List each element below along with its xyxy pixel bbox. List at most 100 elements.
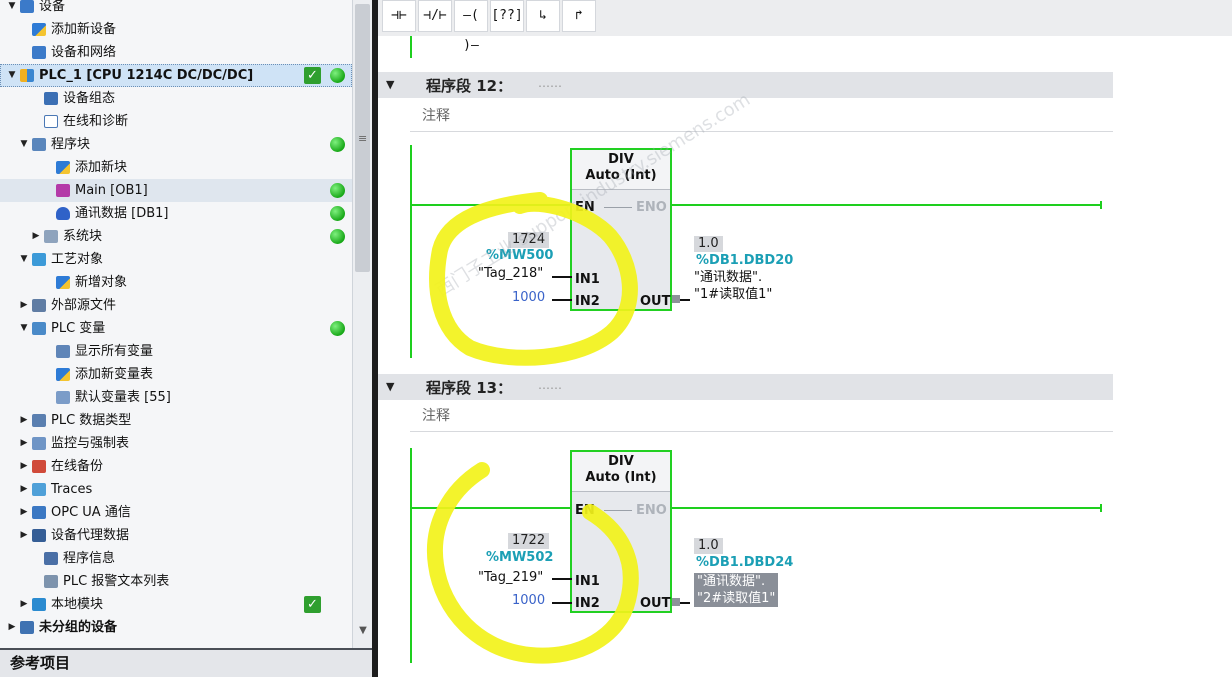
- in2-constant[interactable]: 1000: [512, 290, 545, 305]
- in1-address[interactable]: %MW502: [486, 550, 553, 565]
- device-config-icon: [44, 92, 58, 105]
- network-12-header[interactable]: ▼ 程序段 12： ……: [378, 72, 1113, 98]
- out-symbol-member: "1#读取值1": [694, 287, 773, 302]
- expand-icon[interactable]: ▶: [18, 593, 30, 616]
- project-tree: ▼ 设备添加新设备 设备和网络 ▼ PLC_1 [CPU 1214C DC/DC/DC]…: [0, 0, 352, 648]
- collapse-arrow-icon[interactable]: ▼: [386, 78, 394, 91]
- block-data-type[interactable]: Auto (Int): [572, 470, 670, 485]
- en-rung: [410, 507, 570, 509]
- tree-item-label: 设备: [39, 0, 66, 14]
- pin-eno: ENO: [636, 200, 667, 215]
- in1-tag-name[interactable]: "Tag_219": [478, 570, 543, 585]
- collapse-icon[interactable]: ▼: [18, 248, 30, 271]
- tree-item[interactable]: ▶ 设备代理数据: [0, 524, 352, 547]
- collapse-arrow-icon[interactable]: ▼: [386, 380, 394, 393]
- tree-item[interactable]: ▼ PLC_1 [CPU 1214C DC/DC/DC] ✓: [0, 64, 352, 87]
- tree-item[interactable]: ▶ PLC 数据类型: [0, 409, 352, 432]
- ladder-editor: ⊣⊢ ⊣/⊢ –( )– [??] ↳ ↱ ▼ 程序段 12： …… 注释 DIV Aut…: [378, 0, 1232, 677]
- out-symbol[interactable]: "通讯数据". "2#读取值1": [694, 573, 779, 607]
- pin-out: OUT: [640, 294, 671, 309]
- tree-item[interactable]: ▼ PLC 变量: [0, 317, 352, 340]
- tree-item[interactable]: ▶ Traces: [0, 478, 352, 501]
- tree-item[interactable]: 设备组态: [0, 87, 352, 110]
- tree-item[interactable]: ▶ 系统块: [0, 225, 352, 248]
- out-symbol-db: "通讯数据".: [697, 574, 766, 589]
- collapse-icon[interactable]: ▼: [6, 0, 18, 18]
- expand-icon[interactable]: ▶: [18, 294, 30, 317]
- collapse-icon[interactable]: ▼: [18, 133, 30, 156]
- no-contact-button[interactable]: ⊣⊢: [382, 0, 416, 32]
- network-title-placeholder[interactable]: ……: [538, 76, 562, 90]
- power-rail: [410, 448, 412, 663]
- tree-item[interactable]: 添加新变量表: [0, 363, 352, 386]
- tree-item[interactable]: 添加新设备: [0, 18, 352, 41]
- empty-box-button[interactable]: [??]: [490, 0, 524, 32]
- coil-button[interactable]: –( )–: [454, 0, 488, 53]
- network-comment[interactable]: 注释: [410, 104, 1113, 132]
- tree-item[interactable]: ▶ OPC UA 通信: [0, 501, 352, 524]
- project-tree-panel: ▼ 设备添加新设备 设备和网络 ▼ PLC_1 [CPU 1214C DC/DC/DC]…: [0, 0, 378, 677]
- tree-item-label: 添加新块: [75, 160, 128, 175]
- tree-item[interactable]: ▼ 程序块: [0, 133, 352, 156]
- diagnostics-icon: [44, 115, 58, 128]
- tree-item[interactable]: 通讯数据 [DB1]: [0, 202, 352, 225]
- tree-item[interactable]: 新增对象: [0, 271, 352, 294]
- tree-item[interactable]: ▶ 监控与强制表: [0, 432, 352, 455]
- tree-scroll-thumb[interactable]: ≡: [355, 4, 370, 272]
- open-branch-button[interactable]: ↳: [526, 0, 560, 32]
- out-symbol[interactable]: "通讯数据". "1#读取值1": [694, 269, 772, 303]
- tree-item[interactable]: 显示所有变量: [0, 340, 352, 363]
- in2-constant[interactable]: 1000: [512, 593, 545, 608]
- out-address[interactable]: %DB1.DBD20: [696, 253, 793, 268]
- expand-icon[interactable]: ▶: [30, 225, 42, 248]
- expand-icon[interactable]: ▶: [18, 455, 30, 478]
- expand-icon[interactable]: ▶: [18, 432, 30, 455]
- ungrouped-devices-icon: [20, 621, 34, 634]
- collapse-icon[interactable]: ▼: [18, 317, 30, 340]
- tree-item[interactable]: ▶ 外部源文件: [0, 294, 352, 317]
- technology-objects-icon: [32, 253, 46, 266]
- network-comment[interactable]: 注释: [410, 404, 1113, 432]
- close-branch-button[interactable]: ↱: [562, 0, 596, 32]
- scroll-down-icon[interactable]: ▼: [356, 625, 370, 639]
- tree-item[interactable]: 在线和诊断: [0, 110, 352, 133]
- tree-item[interactable]: ▶ 在线备份: [0, 455, 352, 478]
- tree-item[interactable]: 添加新块: [0, 156, 352, 179]
- tree-item-label: 设备代理数据: [51, 528, 130, 543]
- collapse-icon[interactable]: ▼: [6, 64, 18, 87]
- div-block[interactable]: DIV Auto (Int) EN ENO IN1 IN2 OUT: [570, 450, 672, 613]
- tree-item[interactable]: ▶ 本地模块 ✓: [0, 593, 352, 616]
- pin-in1: IN1: [575, 272, 600, 287]
- ob-icon: [56, 184, 70, 197]
- expand-icon[interactable]: ▶: [18, 501, 30, 524]
- tree-item[interactable]: Main [OB1]: [0, 179, 352, 202]
- in1-tag-name[interactable]: "Tag_218": [478, 266, 543, 281]
- tree-item[interactable]: 程序信息: [0, 547, 352, 570]
- in2-wire: [552, 299, 572, 301]
- tree-item[interactable]: ▼ 工艺对象: [0, 248, 352, 271]
- out-address[interactable]: %DB1.DBD24: [696, 555, 793, 570]
- network-13-header[interactable]: ▼ 程序段 13： ……: [378, 374, 1113, 400]
- expand-icon[interactable]: ▶: [6, 616, 18, 639]
- nc-contact-button[interactable]: ⊣/⊢: [418, 0, 452, 32]
- expand-icon[interactable]: ▶: [18, 478, 30, 501]
- pin-in1: IN1: [575, 574, 600, 589]
- tree-item[interactable]: PLC 报警文本列表: [0, 570, 352, 593]
- in1-address[interactable]: %MW500: [486, 248, 553, 263]
- network-title-placeholder[interactable]: ……: [538, 378, 562, 392]
- tree-item[interactable]: ▶ 未分组的设备: [0, 616, 352, 639]
- plc-icon: [20, 69, 34, 82]
- pin-en: EN: [575, 200, 595, 215]
- reference-projects-header[interactable]: 参考项目: [0, 648, 372, 677]
- tree-item-label: 未分组的设备: [39, 620, 118, 635]
- tree-item[interactable]: 设备和网络: [0, 41, 352, 64]
- en-eno-link: [604, 207, 632, 208]
- tree-item[interactable]: ▼ 设备: [0, 0, 352, 18]
- expand-icon[interactable]: ▶: [18, 409, 30, 432]
- block-data-type[interactable]: Auto (Int): [572, 168, 670, 183]
- tree-item[interactable]: 默认变量表 [55]: [0, 386, 352, 409]
- tree-scrollbar[interactable]: ≡ ▼: [352, 0, 372, 648]
- device-proxy-icon: [32, 529, 46, 542]
- div-block[interactable]: DIV Auto (Int) EN ENO IN1 IN2 OUT: [570, 148, 672, 311]
- expand-icon[interactable]: ▶: [18, 524, 30, 547]
